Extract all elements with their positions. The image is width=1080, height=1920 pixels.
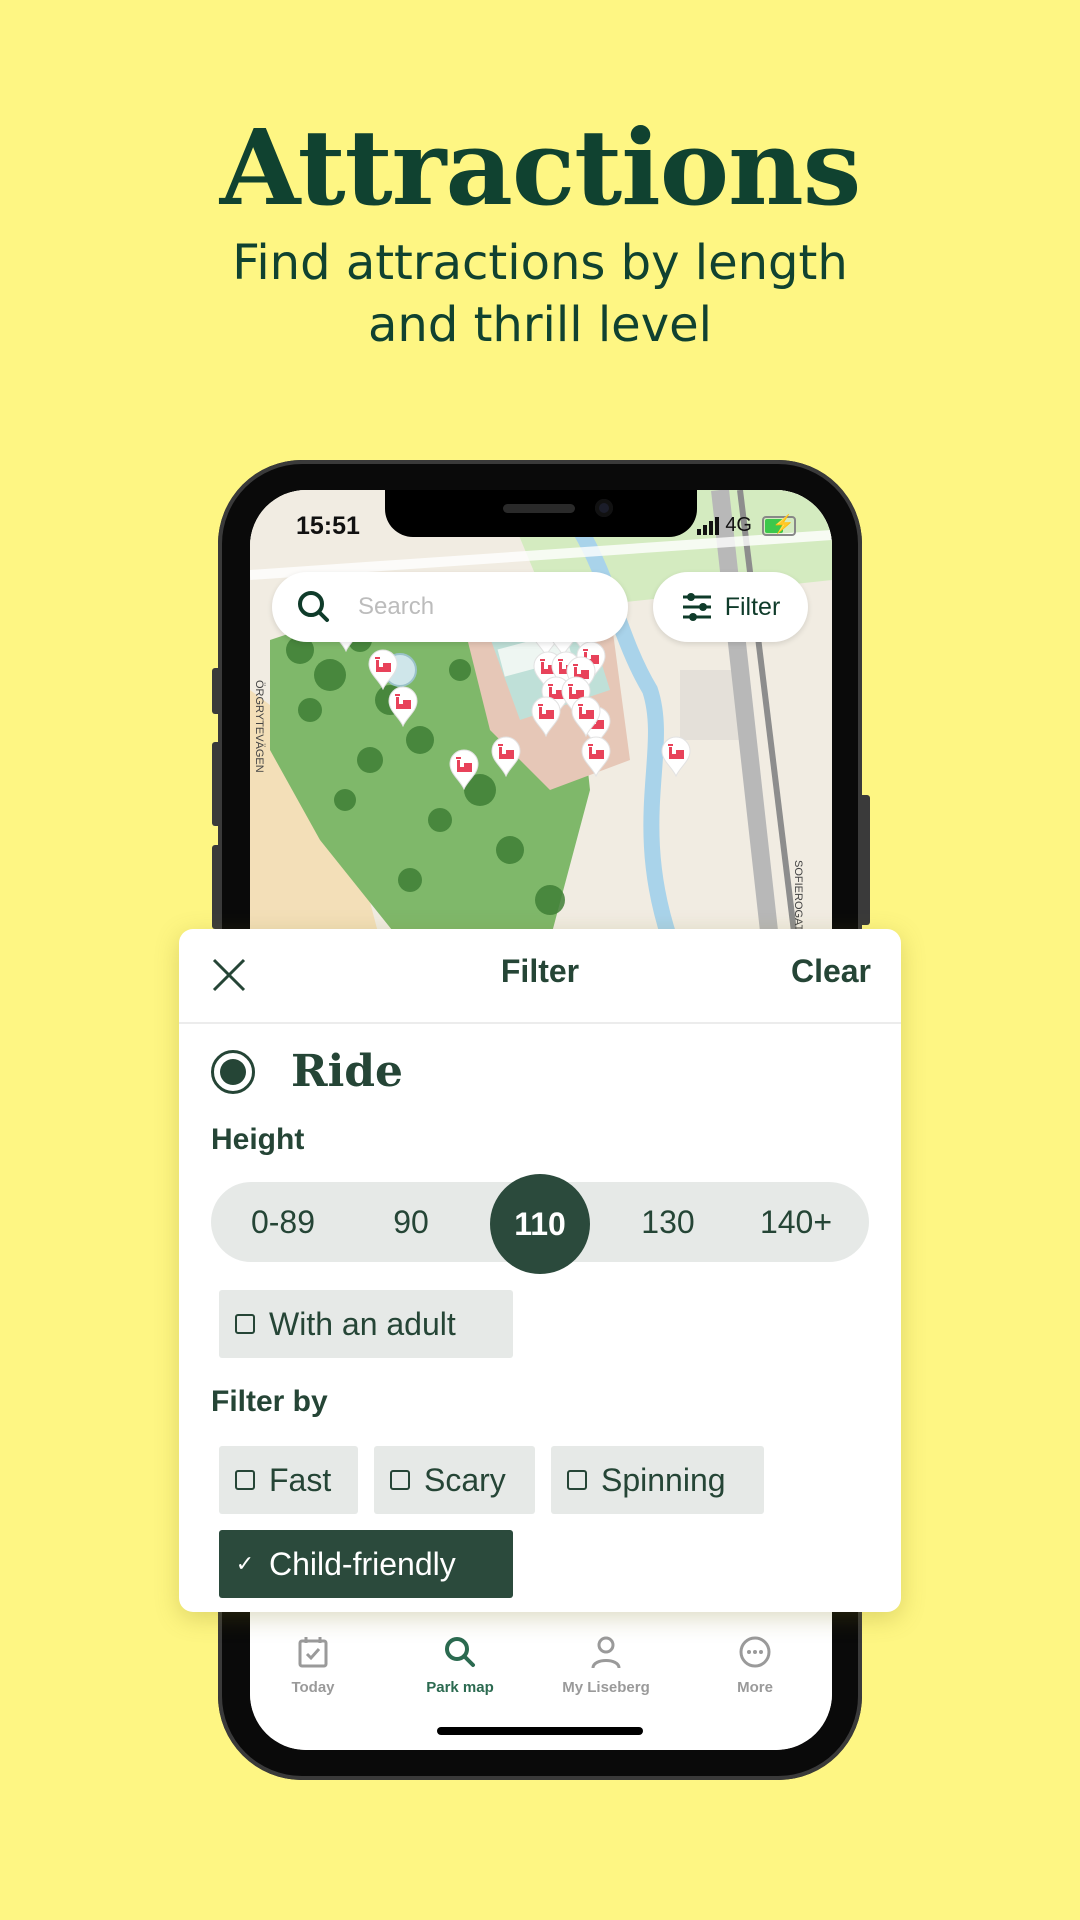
height-option-90[interactable]: 90 [356, 1182, 466, 1262]
ride-marker[interactable] [448, 748, 480, 791]
network-type: 4G [725, 514, 752, 536]
filter-button-label: Filter [724, 592, 781, 621]
category-ride[interactable]: Ride [211, 1046, 403, 1097]
filter-scary-label: Scary [424, 1461, 506, 1498]
promo-subtitle-line-1: Find attractions by length [232, 235, 848, 291]
ride-icon [491, 736, 521, 778]
tab-more[interactable]: More [695, 1634, 815, 1696]
filter-by-label: Filter by [211, 1385, 328, 1418]
search-icon [298, 591, 329, 622]
height-label: Height [211, 1123, 305, 1156]
height-option-110[interactable]: 110 [490, 1174, 590, 1274]
ride-radio[interactable] [211, 1049, 255, 1094]
promo-subtitle-line-2: and thrill level [368, 297, 712, 353]
filter-fast[interactable]: Fast [219, 1446, 358, 1514]
ride-marker[interactable] [570, 695, 602, 738]
height-option-130[interactable]: 130 [613, 1182, 723, 1262]
search-placeholder: Search [358, 593, 435, 620]
height-selector: 0-89 90 110 130 140+ [211, 1174, 869, 1274]
ride-label: Ride [291, 1046, 404, 1097]
checkbox-icon [567, 1470, 587, 1490]
ride-marker[interactable] [387, 685, 419, 728]
calendar-check-icon [298, 1637, 328, 1668]
phone-side-button [212, 668, 220, 714]
ride-icon [661, 736, 691, 778]
home-indicator[interactable] [437, 1727, 643, 1735]
tab-more-label: More [737, 1679, 773, 1696]
ride-icon [449, 749, 479, 791]
filter-child-friendly-label: Child-friendly [269, 1545, 456, 1582]
status-icons: 4G ⚡ [697, 514, 796, 537]
ride-marker[interactable] [367, 648, 399, 691]
ride-icon [368, 649, 398, 691]
tab-my-liseberg-label: My Liseberg [562, 1679, 650, 1696]
ride-marker[interactable] [580, 735, 612, 778]
battery-charging-icon: ⚡ [762, 514, 796, 536]
front-camera [595, 499, 613, 517]
svg-text:SOFIEROGATAN: SOFIEROGATAN [792, 860, 804, 940]
filter-panel-header: Filter Clear [179, 929, 901, 1024]
person-icon [591, 1636, 621, 1669]
search-input[interactable]: Search [272, 572, 628, 642]
tab-park-map-label: Park map [426, 1679, 494, 1696]
phone-power-button [862, 795, 870, 925]
more-icon [739, 1636, 771, 1668]
ride-icon [388, 686, 418, 728]
promo-subtitle: Find attractions by length and thrill le… [0, 232, 1080, 356]
filter-scary[interactable]: Scary [374, 1446, 535, 1514]
ride-icon [581, 736, 611, 778]
height-option-0-89[interactable]: 0-89 [228, 1182, 338, 1262]
checkmark-icon: ✓ [235, 1551, 255, 1576]
clear-button[interactable]: Clear [791, 953, 871, 990]
checkbox-icon [235, 1314, 255, 1334]
phone-volume-down-button [212, 845, 220, 929]
filter-spinning-label: Spinning [601, 1461, 726, 1498]
ride-marker[interactable] [530, 695, 562, 738]
filter-child-friendly[interactable]: ✓ Child-friendly [219, 1530, 513, 1598]
tab-park-map[interactable]: Park map [400, 1634, 520, 1696]
tab-today-label: Today [291, 1679, 335, 1696]
svg-text:ÖRGRYTEVÄGEN: ÖRGRYTEVÄGEN [253, 680, 265, 773]
ride-icon [571, 696, 601, 738]
speaker-grille [503, 504, 575, 513]
tab-today[interactable]: Today [253, 1634, 373, 1696]
ride-marker[interactable] [490, 735, 522, 778]
ride-marker[interactable] [660, 735, 692, 778]
with-adult-label: With an adult [269, 1305, 456, 1342]
status-time: 15:51 [296, 512, 360, 540]
height-option-140-plus[interactable]: 140+ [741, 1182, 851, 1262]
ride-icon [531, 696, 561, 738]
checkbox-icon [390, 1470, 410, 1490]
filter-panel: Filter Clear Ride Height 0-89 90 110 130… [179, 929, 901, 1612]
filter-fast-label: Fast [269, 1461, 332, 1498]
promo-title: Attractions [219, 106, 862, 229]
signal-icon [697, 516, 720, 535]
phone-volume-up-button [212, 742, 220, 826]
filter-button[interactable]: Filter [653, 572, 808, 642]
sliders-icon [682, 593, 711, 621]
search-icon [445, 1637, 475, 1667]
filter-spinning[interactable]: Spinning [551, 1446, 764, 1514]
phone-notch [385, 490, 697, 537]
with-adult-checkbox[interactable]: With an adult [219, 1290, 513, 1358]
tab-my-liseberg[interactable]: My Liseberg [546, 1634, 666, 1696]
checkbox-icon [235, 1470, 255, 1490]
